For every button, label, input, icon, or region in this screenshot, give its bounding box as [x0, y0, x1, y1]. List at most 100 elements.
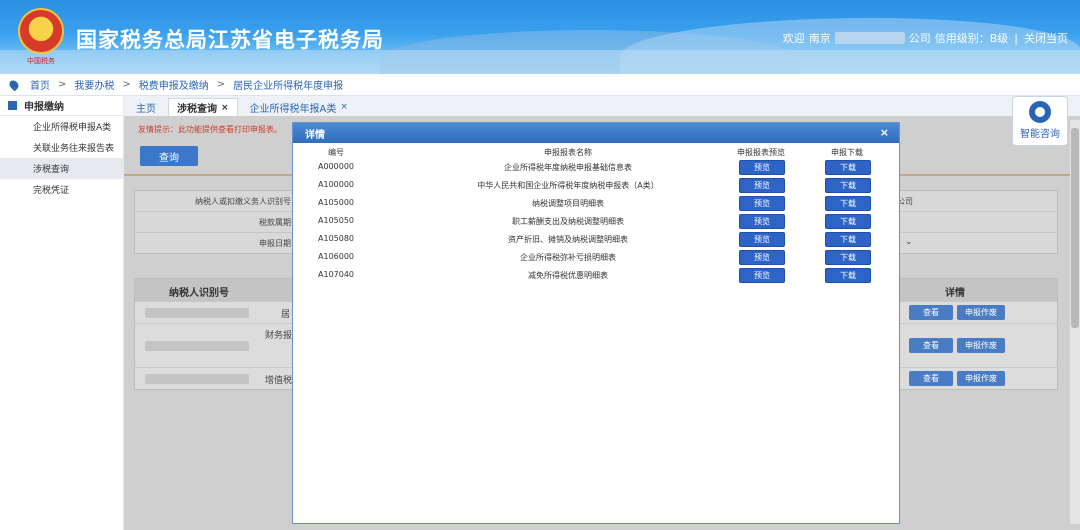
download-button[interactable]: 下载 [825, 160, 871, 175]
sidebar-item-related-party-report[interactable]: 关联业务往来报告表 [0, 137, 123, 158]
tax-period-label: 税款属期 [259, 218, 291, 227]
divider: | [1014, 31, 1018, 45]
column-header-preview: 申报报表预览 [737, 148, 785, 157]
taxpayer-id-label: 纳税人或扣缴义务人识别号 [195, 197, 291, 206]
form-name: 中华人民共和国企业所得税年度纳税申报表（A类） [477, 181, 659, 190]
form-name: 企业所得税弥补亏损明细表 [520, 253, 616, 262]
credit-level: 信用级别：B级 [934, 32, 1009, 45]
preview-button[interactable]: 预览 [739, 232, 785, 247]
column-header-code: 编号 [328, 148, 344, 157]
tab-close-icon[interactable]: × [221, 103, 229, 113]
site-title: 国家税务总局江苏省电子税务局 [76, 28, 384, 52]
user-name-suffix: 公司 [908, 32, 931, 45]
form-code: A100000 [318, 180, 355, 189]
table-row: A107040 减免所得税优惠明细表 预览 下载 [293, 267, 899, 285]
column-header-detail: 详情 [945, 288, 965, 299]
void-declaration-button[interactable]: 申报作废 [957, 338, 1005, 353]
close-icon[interactable]: × [880, 126, 889, 139]
tab-income-tax-annual-a[interactable]: 企业所得税年报A类 × [241, 98, 356, 116]
form-code: A000000 [318, 162, 355, 171]
preview-button[interactable]: 预览 [739, 196, 785, 211]
download-button[interactable]: 下载 [825, 268, 871, 283]
chevron-down-icon[interactable]: ⌄ [905, 237, 913, 247]
form-name: 职工薪酬支出及纳税调整明细表 [512, 217, 624, 226]
breadcrumb: 首页 > 我要办税 > 税费申报及缴纳 > 居民企业所得税年度申报 [0, 74, 1080, 96]
taxpayer-id-redacted [145, 341, 249, 351]
smart-consult-button[interactable]: 智能咨询 [1012, 96, 1068, 146]
modal-table-header: 编号 申报报表名称 申报报表预览 申报下载 [293, 147, 899, 159]
form-code: A105050 [318, 216, 355, 225]
view-button[interactable]: 查看 [909, 305, 953, 320]
menu-grid-icon [8, 101, 17, 110]
download-button[interactable]: 下载 [825, 196, 871, 211]
form-name: 纳税调整项目明细表 [532, 199, 604, 208]
table-cell: 居 [281, 310, 291, 320]
column-header-name: 申报报表名称 [544, 148, 592, 157]
download-button[interactable]: 下载 [825, 250, 871, 265]
sidebar-item-tax-query[interactable]: 涉税查询 [0, 158, 123, 179]
taxpayer-id-redacted [145, 308, 249, 318]
close-page-link[interactable]: 关闭当页 [1024, 30, 1068, 46]
table-row: A105080 资产折旧、摊销及纳税调整明细表 预览 下载 [293, 231, 899, 249]
tab-label: 企业所得税年报A类 [249, 103, 337, 115]
form-code: A105080 [318, 234, 355, 243]
emblem-caption: 中国税务 [27, 57, 55, 65]
customer-service-icon [1029, 101, 1051, 123]
download-button[interactable]: 下载 [825, 232, 871, 247]
scrollbar-thumb[interactable] [1071, 128, 1079, 328]
user-name-prefix: 南京 [808, 32, 831, 45]
preview-button[interactable]: 预览 [739, 268, 785, 283]
preview-button[interactable]: 预览 [739, 214, 785, 229]
view-button[interactable]: 查看 [909, 371, 953, 386]
location-pin-icon [7, 78, 21, 91]
breadcrumb-separator: > [122, 79, 131, 90]
preview-button[interactable]: 预览 [739, 178, 785, 193]
sidebar-item-label: 完税凭证 [33, 186, 70, 196]
tax-emblem-icon [18, 8, 64, 54]
breadcrumb-current[interactable]: 居民企业所得税年度申报 [233, 77, 343, 92]
breadcrumb-item[interactable]: 税费申报及缴纳 [139, 77, 209, 92]
form-name: 资产折旧、摊销及纳税调整明细表 [508, 235, 628, 244]
welcome-text: 欢迎 [782, 32, 805, 45]
form-name: 减免所得税优惠明细表 [528, 271, 608, 280]
declare-date-label: 申报日期 [259, 239, 291, 248]
tab-tax-query[interactable]: 涉税查询 × [168, 98, 238, 116]
tab-label: 主页 [136, 103, 156, 115]
table-row: A105000 纳税调整项目明细表 预览 下载 [293, 195, 899, 213]
query-button[interactable]: 查询 [140, 146, 198, 166]
modal-title: 详情 [305, 129, 325, 141]
table-row: A105050 职工薪酬支出及纳税调整明细表 预览 下载 [293, 213, 899, 231]
user-name-redacted [834, 32, 905, 44]
void-declaration-button[interactable]: 申报作废 [957, 371, 1005, 386]
tab-home[interactable]: 主页 [128, 98, 164, 116]
void-declaration-button[interactable]: 申报作废 [957, 305, 1005, 320]
sidebar-section-header[interactable]: 申报缴纳 [0, 96, 123, 116]
form-code: A107040 [318, 270, 355, 279]
download-button[interactable]: 下载 [825, 178, 871, 193]
sidebar-item-tax-certificate[interactable]: 完税凭证 [0, 179, 123, 200]
site-header: 中国税务 国家税务总局江苏省电子税务局 欢迎 南京 公司 信用级别：B级 | 关… [0, 0, 1080, 74]
view-button[interactable]: 查看 [909, 338, 953, 353]
preview-button[interactable]: 预览 [739, 250, 785, 265]
form-code: A105000 [318, 198, 355, 207]
breadcrumb-home[interactable]: 首页 [30, 77, 50, 92]
table-row: A100000 中华人民共和国企业所得税年度纳税申报表（A类） 预览 下载 [293, 177, 899, 195]
sidebar-item-label: 关联业务往来报告表 [33, 144, 115, 154]
breadcrumb-item[interactable]: 我要办税 [74, 77, 114, 92]
sidebar: 申报缴纳 企业所得税申报A类 关联业务往来报告表 涉税查询 完税凭证 [0, 96, 124, 530]
table-cell: 增值税 [265, 376, 293, 386]
user-bar: 欢迎 南京 公司 信用级别：B级 | 关闭当页 [783, 30, 1068, 46]
form-code: A106000 [318, 252, 355, 261]
taxpayer-id-redacted [145, 374, 249, 384]
modal-header: 详情 × [293, 123, 899, 143]
column-header-download: 申报下载 [831, 148, 863, 157]
preview-button[interactable]: 预览 [739, 160, 785, 175]
column-header-taxpayer-id: 纳税人识别号 [169, 288, 229, 299]
sidebar-section-title: 申报缴纳 [24, 102, 64, 113]
tab-close-icon[interactable]: × [340, 102, 348, 112]
download-button[interactable]: 下载 [825, 214, 871, 229]
breadcrumb-separator: > [216, 79, 226, 90]
sidebar-item-income-tax-a[interactable]: 企业所得税申报A类 [0, 116, 123, 137]
table-row: A106000 企业所得税弥补亏损明细表 预览 下载 [293, 249, 899, 267]
table-row: A000000 企业所得税年度纳税申报基础信息表 预览 下载 [293, 159, 899, 177]
